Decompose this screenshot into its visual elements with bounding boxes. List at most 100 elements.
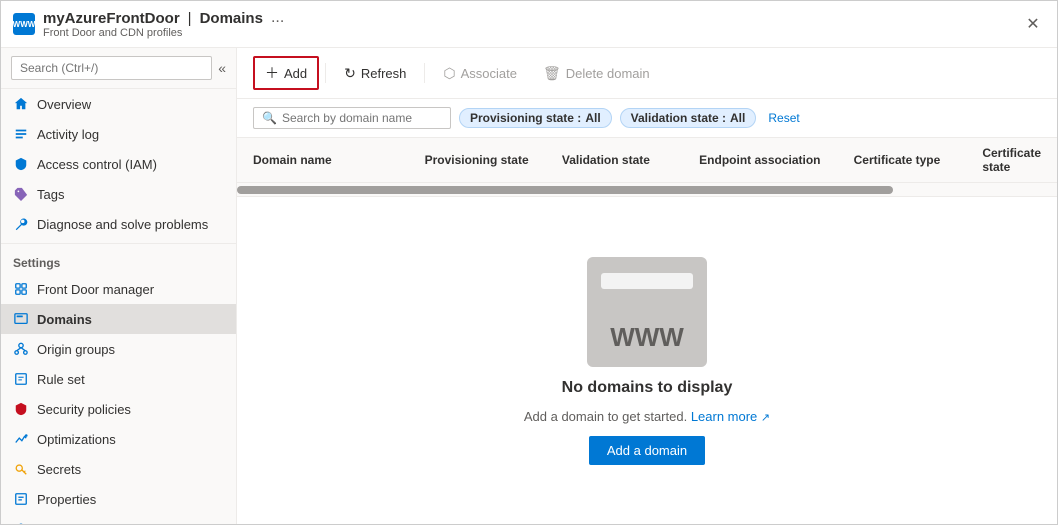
empty-state-title: No domains to display bbox=[562, 379, 733, 397]
horizontal-scrollbar[interactable] bbox=[237, 183, 1057, 197]
list-icon bbox=[13, 126, 29, 142]
sidebar-item-origin-groups[interactable]: Origin groups bbox=[1, 334, 236, 364]
sidebar-item-label: Overview bbox=[37, 97, 91, 112]
sidebar-item-label: Security policies bbox=[37, 402, 131, 417]
empty-subtitle-text: Add a domain to get started. bbox=[524, 409, 687, 424]
prov-chip-label: Provisioning state : bbox=[470, 111, 581, 125]
filter-bar: 🔍 Provisioning state : All Validation st… bbox=[237, 99, 1057, 138]
sidebar-item-front-door-manager[interactable]: Front Door manager bbox=[1, 274, 236, 304]
toolbar-separator bbox=[325, 63, 326, 83]
sidebar-item-label: Access control (IAM) bbox=[37, 157, 157, 172]
search-icon: 🔍 bbox=[262, 111, 277, 125]
col-cert-type: Certificate type bbox=[854, 153, 983, 167]
home-icon bbox=[13, 96, 29, 112]
sidebar-item-label: Tags bbox=[37, 187, 64, 202]
tag-icon bbox=[13, 186, 29, 202]
sidebar-item-label: Diagnose and solve problems bbox=[37, 217, 208, 232]
refresh-icon: ↻ bbox=[344, 65, 356, 82]
collapse-button[interactable]: « bbox=[218, 60, 226, 76]
plus-icon: ＋ bbox=[265, 63, 279, 83]
page-title: Domains bbox=[200, 10, 263, 27]
domains-icon bbox=[13, 311, 29, 327]
resource-name: myAzureFrontDoor bbox=[43, 10, 180, 27]
add-button[interactable]: ＋ Add bbox=[253, 56, 319, 90]
sidebar-search-input[interactable] bbox=[11, 56, 212, 80]
security-icon bbox=[13, 401, 29, 417]
sidebar-item-label: Domains bbox=[37, 312, 92, 327]
window: WWW myAzureFrontDoor | Domains ... Front… bbox=[0, 0, 1058, 525]
learn-more-label: Learn more bbox=[691, 409, 757, 424]
external-link-icon: ↗ bbox=[761, 412, 770, 424]
trash-icon: 🗑 bbox=[543, 65, 561, 82]
col-cert-state: Certificate state bbox=[982, 146, 1041, 174]
associate-icon: ⬡ bbox=[443, 65, 455, 82]
sidebar-item-label: Origin groups bbox=[37, 342, 115, 357]
sidebar-item-activity-log[interactable]: Activity log bbox=[1, 119, 236, 149]
shield-icon bbox=[13, 156, 29, 172]
sidebar-item-label: Rule set bbox=[37, 372, 85, 387]
table-header: Domain name Provisioning state Validatio… bbox=[237, 138, 1057, 183]
toolbar-separator-2 bbox=[424, 63, 425, 83]
www-text: WWW bbox=[610, 322, 684, 353]
col-endpoint: Endpoint association bbox=[699, 153, 853, 167]
empty-state-subtitle: Add a domain to get started. Learn more … bbox=[524, 409, 770, 424]
empty-state: WWW No domains to display Add a domain t… bbox=[237, 197, 1057, 524]
scrollbar-thumb bbox=[237, 186, 893, 194]
sidebar-item-secrets[interactable]: Secrets bbox=[1, 454, 236, 484]
content-area: ＋ Add ↻ Refresh ⬡ Associate 🗑 Delete dom… bbox=[237, 48, 1057, 524]
settings-section-label: Settings bbox=[1, 243, 236, 274]
properties-icon bbox=[13, 491, 29, 507]
close-button[interactable]: ✕ bbox=[1021, 12, 1045, 36]
sidebar: « Overview Activity log Access control bbox=[1, 48, 237, 524]
origin-icon bbox=[13, 341, 29, 357]
title-area: myAzureFrontDoor | Domains ... Front Doo… bbox=[43, 9, 284, 39]
toolbar: ＋ Add ↻ Refresh ⬡ Associate 🗑 Delete dom… bbox=[237, 48, 1057, 99]
val-chip-label: Validation state : bbox=[631, 111, 726, 125]
domain-search[interactable]: 🔍 bbox=[253, 107, 451, 129]
sidebar-item-label: Optimizations bbox=[37, 432, 116, 447]
sidebar-item-label: Properties bbox=[37, 492, 96, 507]
sidebar-item-label: Locks bbox=[37, 522, 71, 525]
manager-icon bbox=[13, 281, 29, 297]
optimizations-icon bbox=[13, 431, 29, 447]
address-bar-decoration bbox=[601, 273, 693, 289]
reset-filter-link[interactable]: Reset bbox=[768, 111, 799, 125]
col-domain-name: Domain name bbox=[253, 153, 425, 167]
more-options-icon[interactable]: ... bbox=[271, 9, 284, 27]
wrench-icon bbox=[13, 216, 29, 232]
title-separator: | bbox=[188, 10, 192, 27]
main-layout: « Overview Activity log Access control bbox=[1, 48, 1057, 524]
sidebar-item-access-control[interactable]: Access control (IAM) bbox=[1, 149, 236, 179]
sidebar-item-label: Secrets bbox=[37, 462, 81, 477]
key-icon bbox=[13, 461, 29, 477]
lock-icon bbox=[13, 521, 29, 524]
sidebar-item-properties[interactable]: Properties bbox=[1, 484, 236, 514]
provisioning-state-filter[interactable]: Provisioning state : All bbox=[459, 108, 612, 128]
rule-icon bbox=[13, 371, 29, 387]
col-prov-state: Provisioning state bbox=[425, 153, 562, 167]
sidebar-item-optimizations[interactable]: Optimizations bbox=[1, 424, 236, 454]
add-domain-button[interactable]: Add a domain bbox=[589, 436, 705, 465]
learn-more-link[interactable]: Learn more ↗ bbox=[691, 409, 770, 424]
col-val-state: Validation state bbox=[562, 153, 699, 167]
delete-domain-button[interactable]: 🗑 Delete domain bbox=[531, 58, 662, 89]
title-bar: WWW myAzureFrontDoor | Domains ... Front… bbox=[1, 1, 1057, 48]
sidebar-item-domains[interactable]: Domains bbox=[1, 304, 236, 334]
refresh-button[interactable]: ↻ Refresh bbox=[332, 58, 418, 89]
www-illustration: WWW bbox=[587, 257, 707, 367]
sidebar-item-rule-set[interactable]: Rule set bbox=[1, 364, 236, 394]
sidebar-item-tags[interactable]: Tags bbox=[1, 179, 236, 209]
sidebar-item-overview[interactable]: Overview bbox=[1, 89, 236, 119]
validation-state-filter[interactable]: Validation state : All bbox=[620, 108, 757, 128]
sidebar-search-area: « bbox=[1, 48, 236, 89]
domain-search-input[interactable] bbox=[282, 111, 442, 125]
associate-button[interactable]: ⬡ Associate bbox=[431, 58, 529, 89]
sidebar-item-diagnose[interactable]: Diagnose and solve problems bbox=[1, 209, 236, 239]
val-chip-value: All bbox=[730, 111, 745, 125]
app-icon: WWW bbox=[13, 13, 35, 35]
sidebar-item-label: Activity log bbox=[37, 127, 99, 142]
sidebar-item-label: Front Door manager bbox=[37, 282, 154, 297]
resource-subtitle: Front Door and CDN profiles bbox=[43, 27, 284, 39]
sidebar-item-security-policies[interactable]: Security policies bbox=[1, 394, 236, 424]
sidebar-item-locks[interactable]: Locks bbox=[1, 514, 236, 524]
